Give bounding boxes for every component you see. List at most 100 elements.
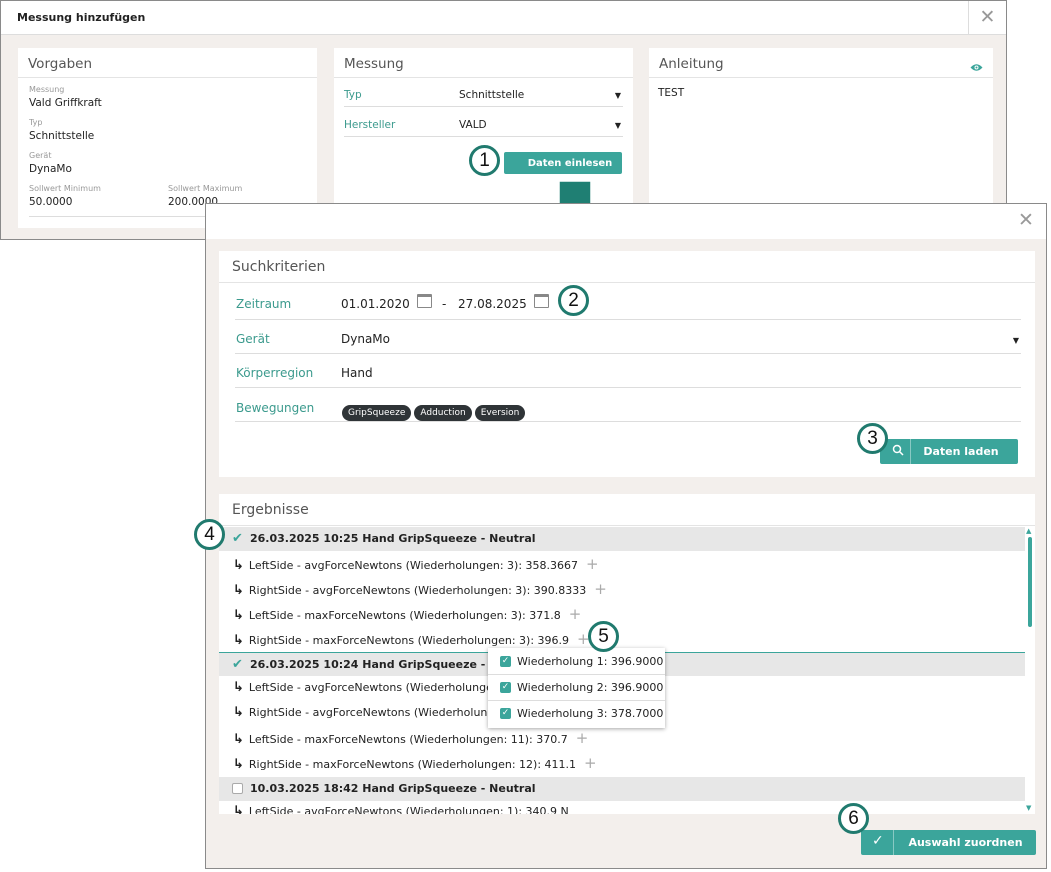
dialog-header: Messung hinzufügen ✕ bbox=[1, 1, 1006, 35]
callout-6: 6 bbox=[838, 803, 869, 834]
date-separator: - bbox=[442, 297, 447, 311]
date-from-input[interactable]: 01.01.2020 bbox=[341, 297, 410, 311]
plus-icon[interactable]: + bbox=[584, 754, 597, 772]
daten-laden-button[interactable]: Daten laden bbox=[880, 439, 1018, 464]
row-text: RightSide - avgForceNewtons (Wiederholun… bbox=[248, 706, 495, 719]
arrow-return-icon: ↳ bbox=[233, 757, 244, 772]
sollwert-min-label: Sollwert Minimum bbox=[29, 184, 101, 193]
hersteller-select[interactable]: VALD bbox=[459, 119, 487, 131]
popup-item[interactable]: ✓ Wiederholung 3: 378.7000 bbox=[488, 701, 665, 727]
popup-item-label: Wiederholung 3: 378.7000 bbox=[517, 707, 664, 720]
result-row: ↳ LeftSide - avgForceNewtons (Wiederholun… bbox=[233, 555, 599, 573]
daten-laden-dialog: ✕ Suchkriterien Zeitraum 01.01.2020 - 27… bbox=[205, 203, 1047, 869]
geraet-label: Gerät bbox=[236, 332, 270, 346]
bewegungen-chips: GripSqueeze Adduction Eversion bbox=[342, 400, 528, 421]
popup-item[interactable]: ✓ Wiederholung 2: 396.9000 bbox=[488, 675, 665, 701]
result-row: ↳ RightSide - maxForceNewtons (Wiederholu… bbox=[233, 754, 597, 772]
callout-2: 2 bbox=[558, 285, 589, 316]
close-icon[interactable]: ✕ bbox=[968, 1, 1006, 35]
koerperregion-label: Körperregion bbox=[236, 366, 314, 380]
dialog-title: Messung hinzufügen bbox=[17, 11, 146, 24]
chip-adduction[interactable]: Adduction bbox=[414, 405, 472, 421]
plus-icon[interactable]: + bbox=[594, 580, 607, 598]
eye-icon[interactable] bbox=[970, 57, 983, 76]
row-text: LeftSide - avgForceNewtons (Wiederholung… bbox=[248, 805, 569, 814]
check-icon[interactable]: ✔ bbox=[232, 657, 243, 672]
scrollbar-thumb[interactable] bbox=[1028, 537, 1032, 627]
anleitung-text: TEST bbox=[658, 87, 685, 99]
plus-icon[interactable]: + bbox=[586, 555, 599, 573]
row-text: LeftSide - avgForceNewtons (Wiederholung… bbox=[248, 681, 500, 694]
chip-gripsqueeze[interactable]: GripSqueeze bbox=[342, 405, 412, 421]
row-text: RightSide - avgForceNewtons (Wiederholun… bbox=[248, 584, 587, 597]
bewegungen-label: Bewegungen bbox=[236, 401, 315, 415]
result-row: ↳ RightSide - avgForceNewtons (Wiederholu… bbox=[233, 705, 494, 720]
chevron-down-icon[interactable]: ▼ bbox=[615, 121, 621, 130]
checkbox-empty[interactable] bbox=[232, 783, 243, 794]
callout-5: 5 bbox=[588, 621, 619, 652]
ergebnisse-title: Ergebnisse bbox=[232, 502, 309, 518]
check-icon[interactable]: ✓ bbox=[500, 708, 511, 719]
callout-3: 3 bbox=[857, 423, 888, 454]
popup-item-label: Wiederholung 1: 396.9000 bbox=[517, 655, 664, 668]
arrow-return-icon: ↳ bbox=[233, 705, 244, 720]
geraet-select[interactable]: DynaMo bbox=[341, 332, 390, 346]
arrow-return-icon: ↳ bbox=[233, 633, 244, 648]
geraet-label: Gerät bbox=[29, 151, 52, 160]
geraet-value: DynaMo bbox=[29, 163, 72, 175]
messung-title: Messung bbox=[344, 56, 404, 72]
auswahl-zuordnen-label: Auswahl zuordnen bbox=[908, 836, 1023, 849]
vorgaben-card: Vorgaben Messung Vald Griffkraft Typ Sch… bbox=[18, 48, 317, 228]
koerperregion-value[interactable]: Hand bbox=[341, 366, 373, 380]
typ-field-label: Typ bbox=[344, 89, 362, 101]
hersteller-field-label: Hersteller bbox=[344, 119, 396, 131]
chevron-down-icon[interactable]: ▼ bbox=[1013, 336, 1019, 345]
result-row: ↳ LeftSide - maxForceNewtons (Wiederholun… bbox=[233, 605, 581, 623]
row-text: RightSide - maxForceNewtons (Wiederholun… bbox=[248, 758, 577, 771]
messung-label: Messung bbox=[29, 85, 65, 94]
calendar-icon[interactable] bbox=[534, 294, 549, 308]
result-row: ↳ RightSide - maxForceNewtons (Wiederholu… bbox=[233, 630, 590, 648]
callout-4: 4 bbox=[194, 519, 225, 550]
calendar-icon[interactable] bbox=[417, 294, 432, 308]
result-row: ↳ LeftSide - avgForceNewtons (Wiederholun… bbox=[233, 680, 500, 695]
arrow-return-icon: ↳ bbox=[233, 804, 244, 814]
check-icon[interactable]: ✔ bbox=[232, 531, 243, 546]
row-text: LeftSide - maxForceNewtons (Wiederholung… bbox=[248, 609, 561, 622]
dialog-header: ✕ bbox=[206, 204, 1046, 239]
daten-einlesen-label: Daten einlesen bbox=[527, 157, 613, 169]
result-group[interactable]: 10.03.2025 18:42 Hand GripSqueeze - Neut… bbox=[219, 777, 1025, 801]
callout-1: 1 bbox=[469, 145, 500, 176]
check-icon[interactable]: ✓ bbox=[500, 682, 511, 693]
group-label: 10.03.2025 18:42 Hand GripSqueeze - Neut… bbox=[250, 782, 536, 795]
date-to-input[interactable]: 27.08.2025 bbox=[458, 297, 527, 311]
scrollbar[interactable]: ▲ ▼ bbox=[1025, 527, 1035, 814]
arrow-return-icon: ↳ bbox=[233, 608, 244, 623]
result-row: ↳ LeftSide - avgForceNewtons (Wiederholun… bbox=[233, 804, 569, 814]
row-text: RightSide - maxForceNewtons (Wiederholun… bbox=[248, 634, 570, 647]
result-row: ↳ RightSide - avgForceNewtons (Wiederholu… bbox=[233, 580, 607, 598]
vorgaben-title: Vorgaben bbox=[28, 56, 93, 72]
result-row: ↳ LeftSide - maxForceNewtons (Wiederholun… bbox=[233, 729, 588, 747]
auswahl-zuordnen-button[interactable]: ✓ Auswahl zuordnen bbox=[861, 830, 1036, 855]
daten-einlesen-button[interactable]: Daten einlesen bbox=[504, 152, 622, 174]
plus-icon[interactable]: + bbox=[576, 729, 589, 747]
typ-label: Typ bbox=[29, 118, 43, 127]
search-icon bbox=[892, 444, 904, 459]
chevron-down-icon[interactable]: ▼ bbox=[615, 91, 621, 100]
suchkriterien-card: Suchkriterien Zeitraum 01.01.2020 - 27.0… bbox=[219, 251, 1035, 477]
chip-eversion[interactable]: Eversion bbox=[474, 405, 526, 421]
arrow-return-icon: ↳ bbox=[233, 732, 244, 747]
plus-icon[interactable]: + bbox=[569, 605, 582, 623]
result-group[interactable]: ✔ 26.03.2025 10:25 Hand GripSqueeze - Ne… bbox=[219, 527, 1025, 551]
popup-item[interactable]: ✓ Wiederholung 1: 396.9000 bbox=[488, 649, 665, 675]
check-icon: ✓ bbox=[872, 833, 884, 849]
check-icon[interactable]: ✓ bbox=[500, 656, 511, 667]
arrow-return-icon: ↳ bbox=[233, 558, 244, 573]
suchkriterien-title: Suchkriterien bbox=[232, 259, 326, 275]
close-icon[interactable]: ✕ bbox=[1006, 204, 1046, 239]
typ-select[interactable]: Schnittstelle bbox=[459, 89, 524, 101]
anleitung-title: Anleitung bbox=[659, 56, 724, 72]
row-text: LeftSide - maxForceNewtons (Wiederholung… bbox=[248, 733, 568, 746]
arrow-return-icon: ↳ bbox=[233, 680, 244, 695]
